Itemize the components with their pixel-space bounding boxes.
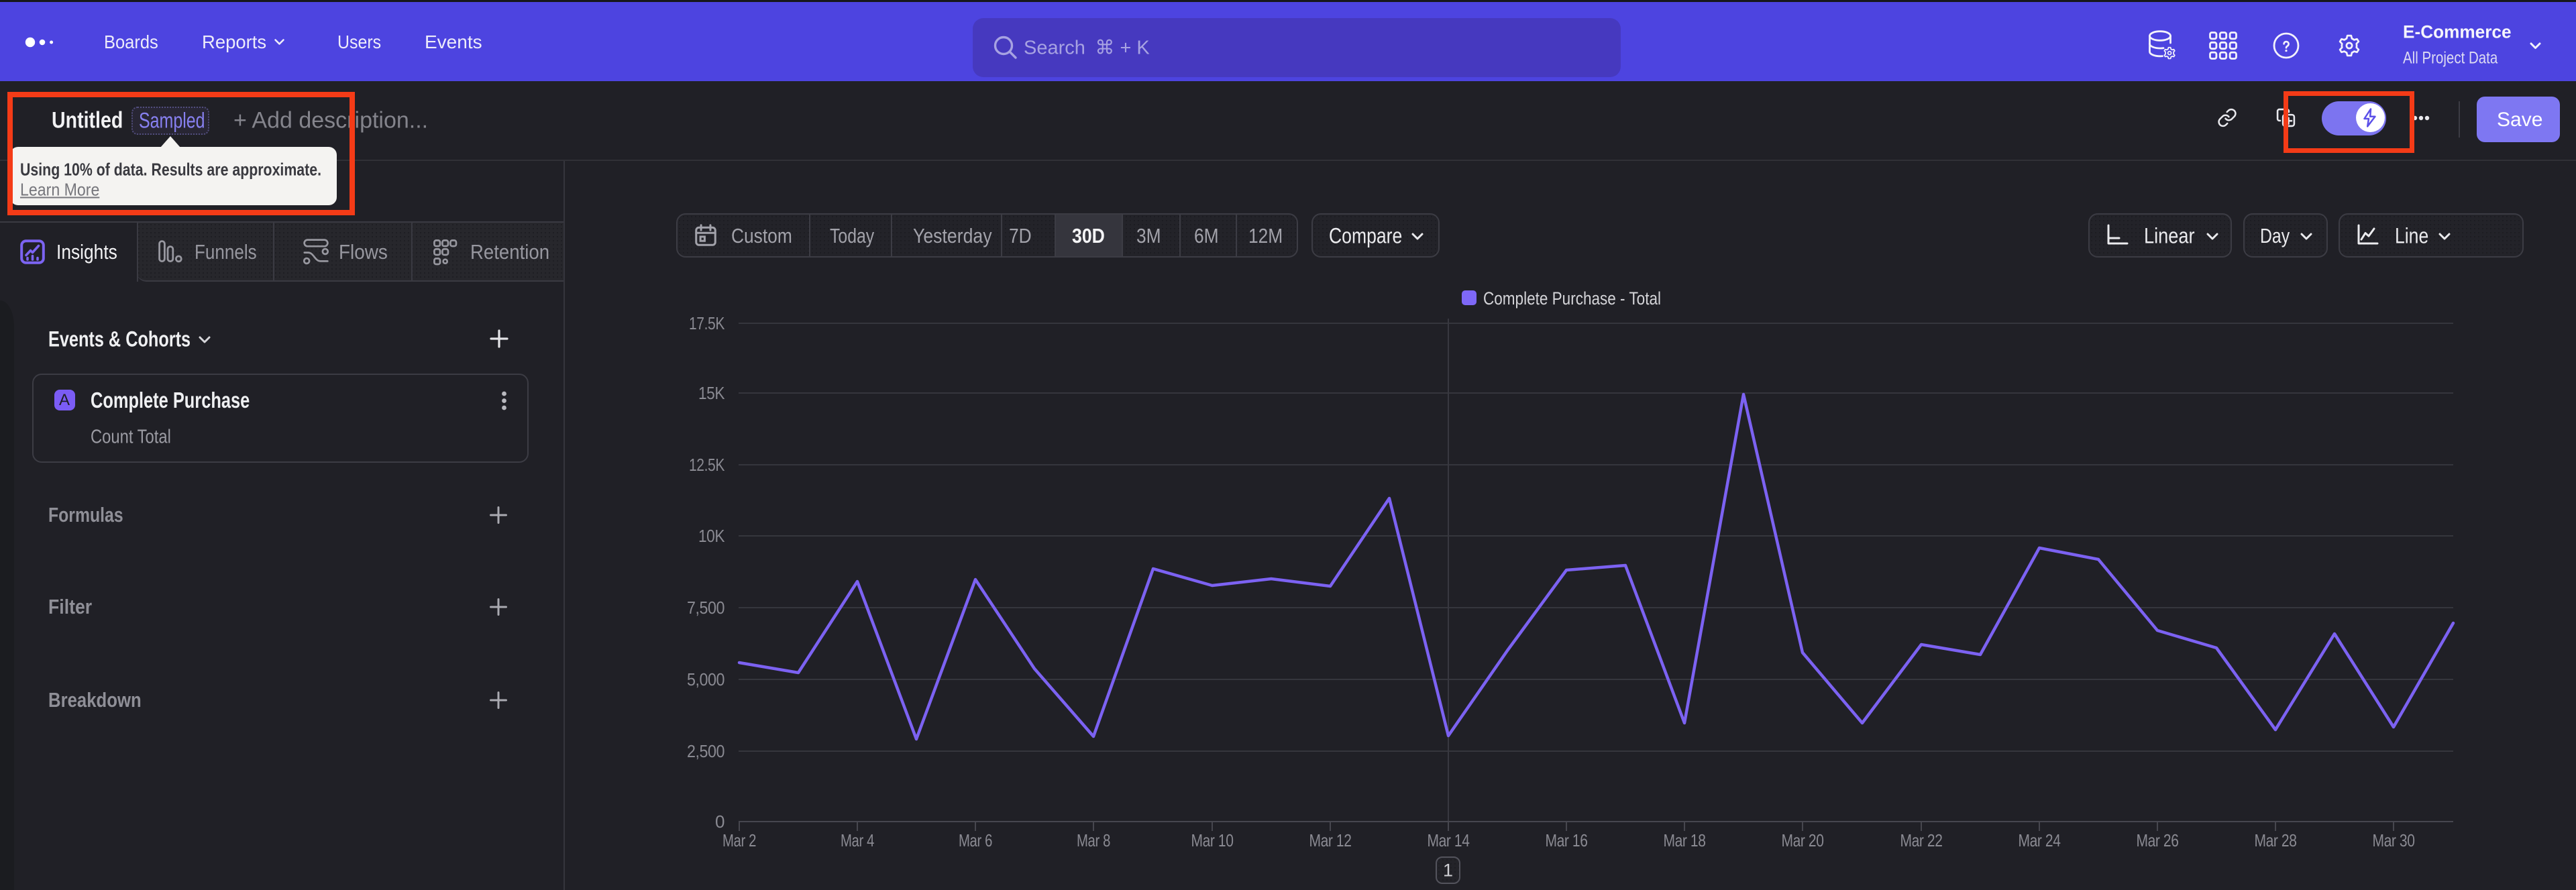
svg-text:7,500: 7,500 [687,598,724,618]
svg-text:Mar 14: Mar 14 [1428,830,1470,850]
svg-text:12.5K: 12.5K [689,455,725,475]
svg-text:Mar 26: Mar 26 [2137,830,2179,850]
svg-text:15K: 15K [698,383,725,403]
svg-text:Mar 16: Mar 16 [1546,830,1588,850]
svg-text:0: 0 [715,812,724,832]
svg-text:Mar 28: Mar 28 [2255,830,2297,850]
svg-text:Mar 6: Mar 6 [959,830,992,850]
svg-text:Mar 18: Mar 18 [1664,830,1706,850]
svg-text:Mar 22: Mar 22 [1900,830,1943,850]
svg-text:17.5K: 17.5K [689,313,725,333]
svg-text:10K: 10K [698,526,725,546]
svg-text:Mar 4: Mar 4 [841,830,874,850]
svg-text:Mar 24: Mar 24 [2019,830,2061,850]
svg-text:Mar 12: Mar 12 [1309,830,1352,850]
svg-text:Mar 2: Mar 2 [722,830,756,850]
svg-text:Mar 20: Mar 20 [1782,830,1824,850]
svg-text:Complete Purchase - Total: Complete Purchase - Total [1483,288,1661,309]
svg-text:Mar 10: Mar 10 [1191,830,1234,850]
svg-text:5,000: 5,000 [687,669,724,689]
svg-text:Mar 30: Mar 30 [2373,830,2415,850]
svg-text:2,500: 2,500 [687,741,724,761]
svg-text:Mar 8: Mar 8 [1077,830,1110,850]
